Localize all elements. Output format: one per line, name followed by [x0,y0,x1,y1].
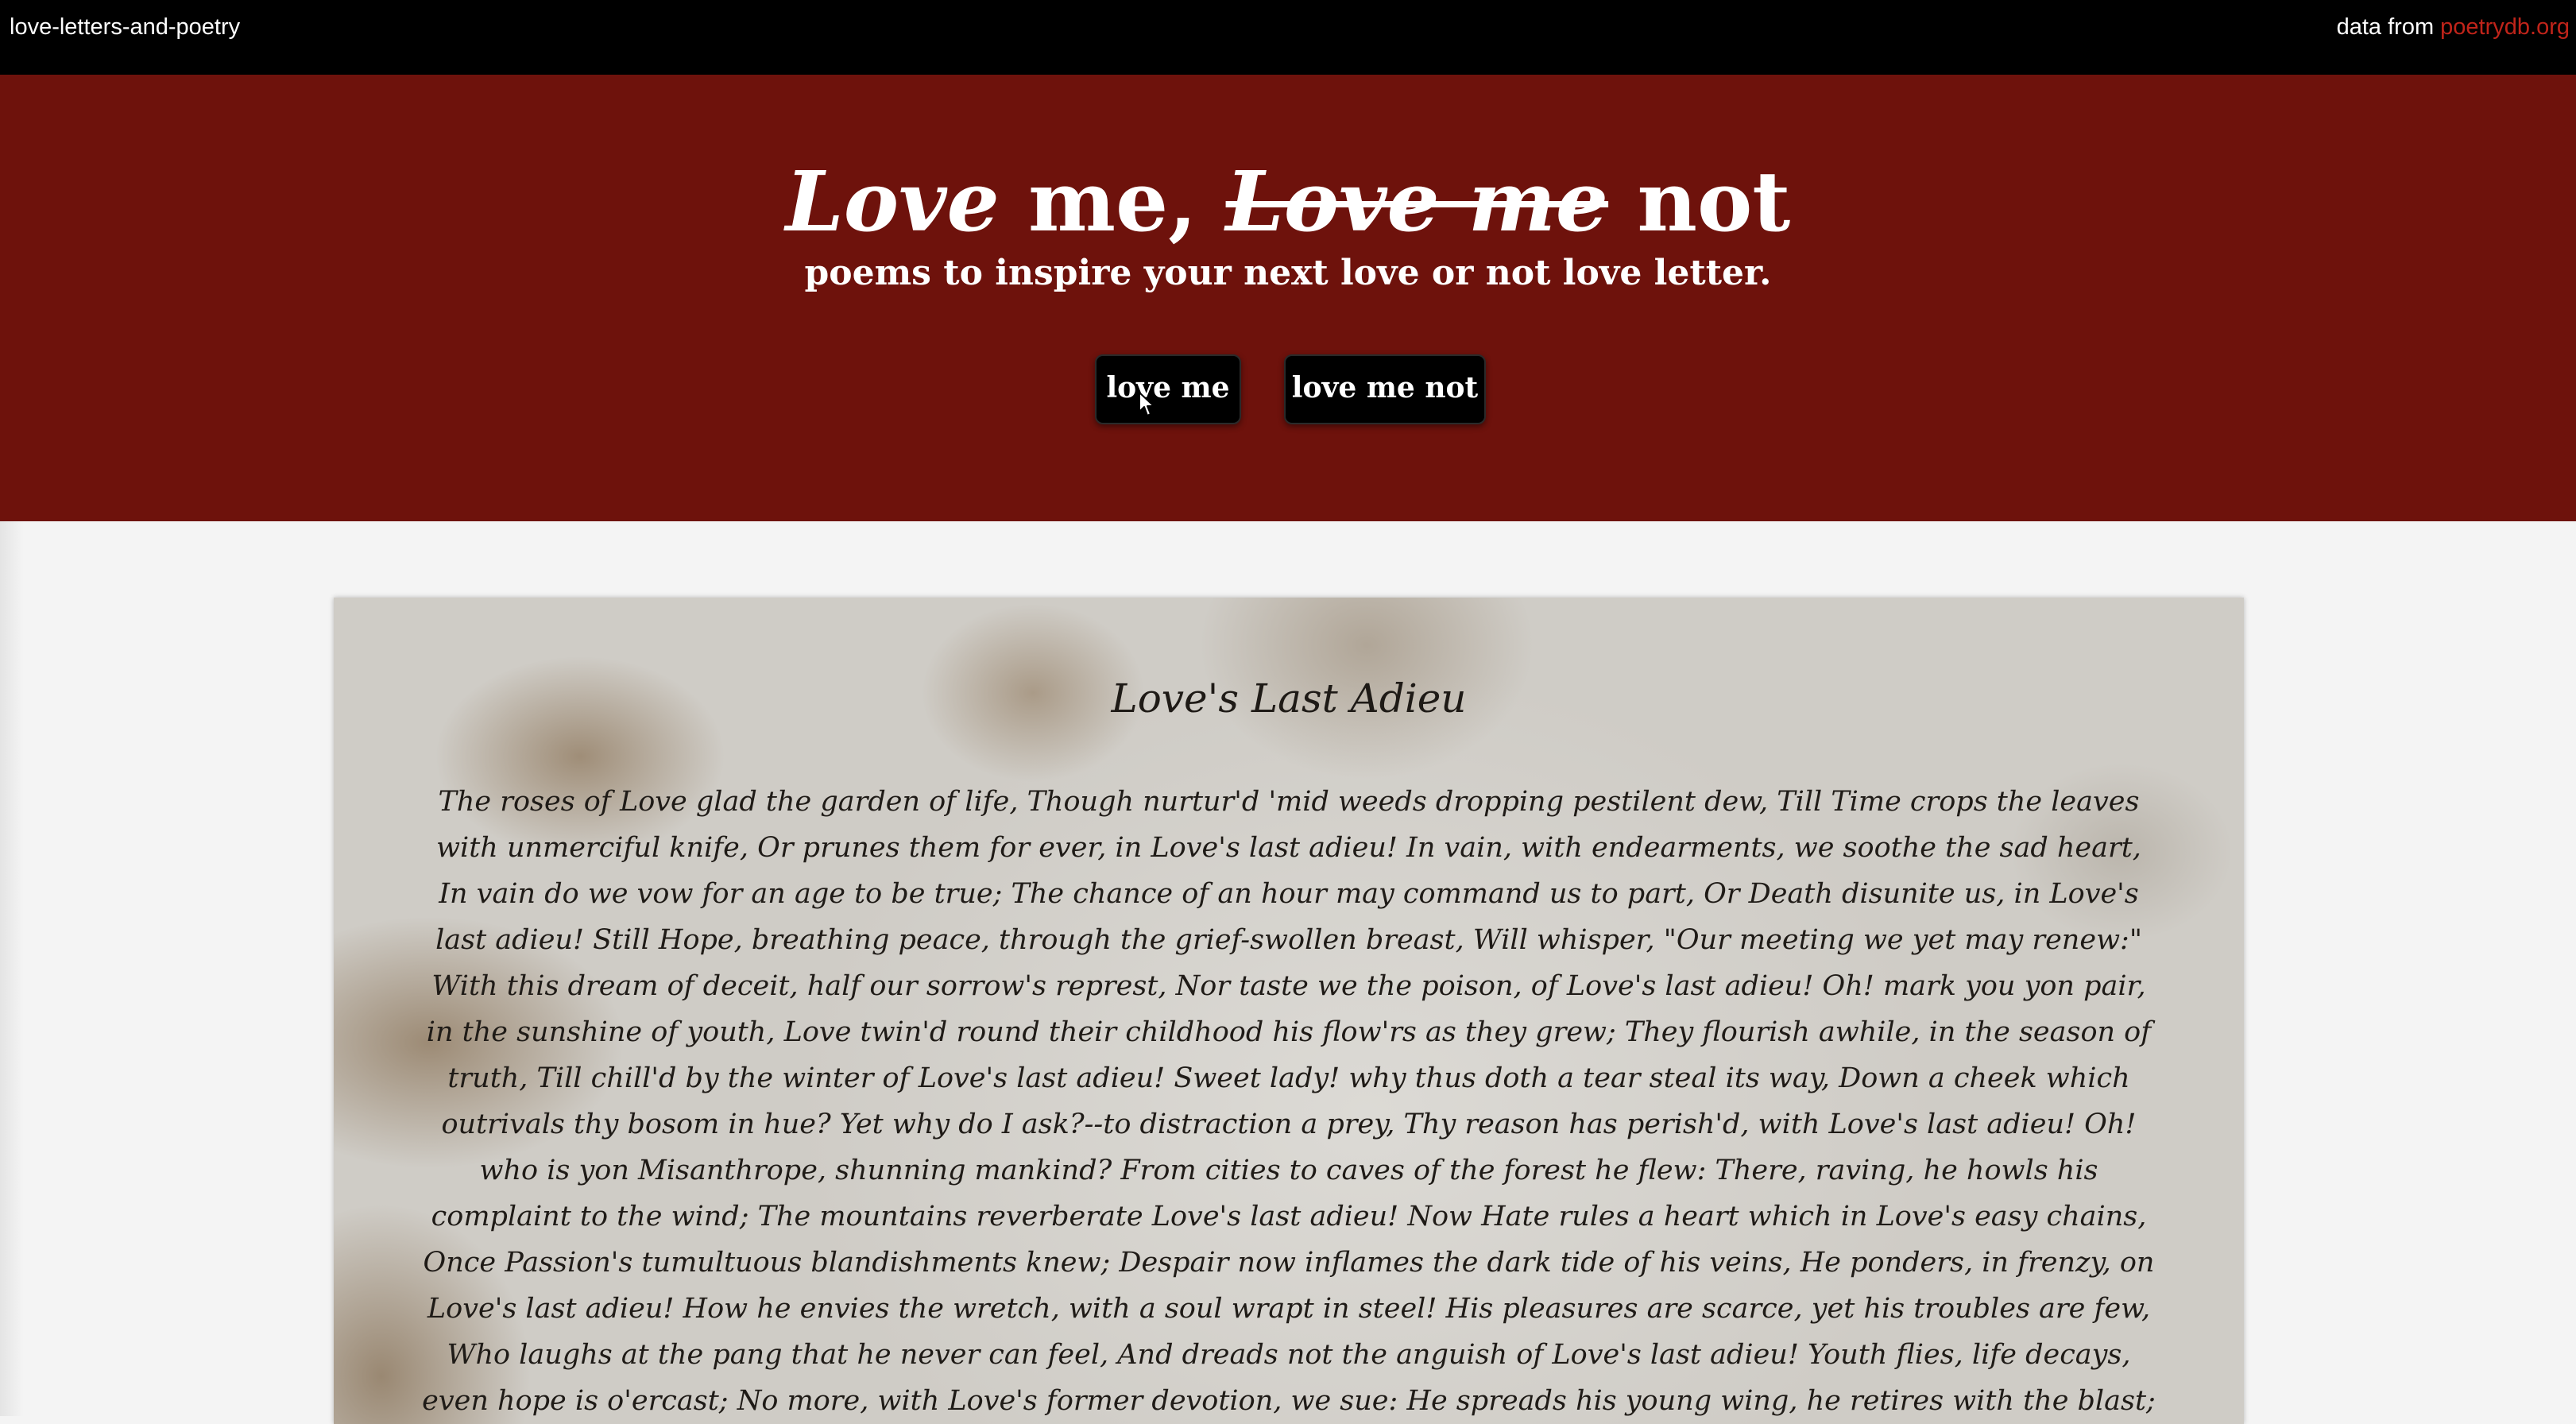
love-me-button[interactable]: love me [1095,354,1241,424]
poetrydb-link[interactable]: poetrydb.org [2440,14,2570,40]
title-struck-phrase: Love me [1225,153,1609,250]
mouse-pointer-icon [1139,392,1155,416]
poem-card: Love's Last Adieu The roses of Love glad… [334,598,2244,1424]
credit-prefix: data from [2336,14,2435,40]
poem-body: The roses of Love glad the garden of lif… [422,786,2156,1417]
title-love-word: Love [785,153,1000,250]
title-me-word: me, [1027,153,1197,250]
hero-title: Love me, Love me not [0,154,2576,250]
hero-subtitle: poems to inspire your next love or not l… [804,253,1772,293]
data-credit: data from poetrydb.org [2337,14,2570,41]
site-brand-link[interactable]: love-letters-and-poetry [10,14,240,41]
poem-title: Love's Last Adieu [1111,675,1467,722]
title-not-word: not [1637,153,1791,250]
page-edge-shadow [0,521,24,1416]
top-nav-bar: love-letters-and-poetry data from poetry… [0,0,2576,75]
love-me-not-button[interactable]: love me not [1284,354,1486,424]
hero-banner: Love me, Love me not poems to inspire yo… [0,75,2576,521]
